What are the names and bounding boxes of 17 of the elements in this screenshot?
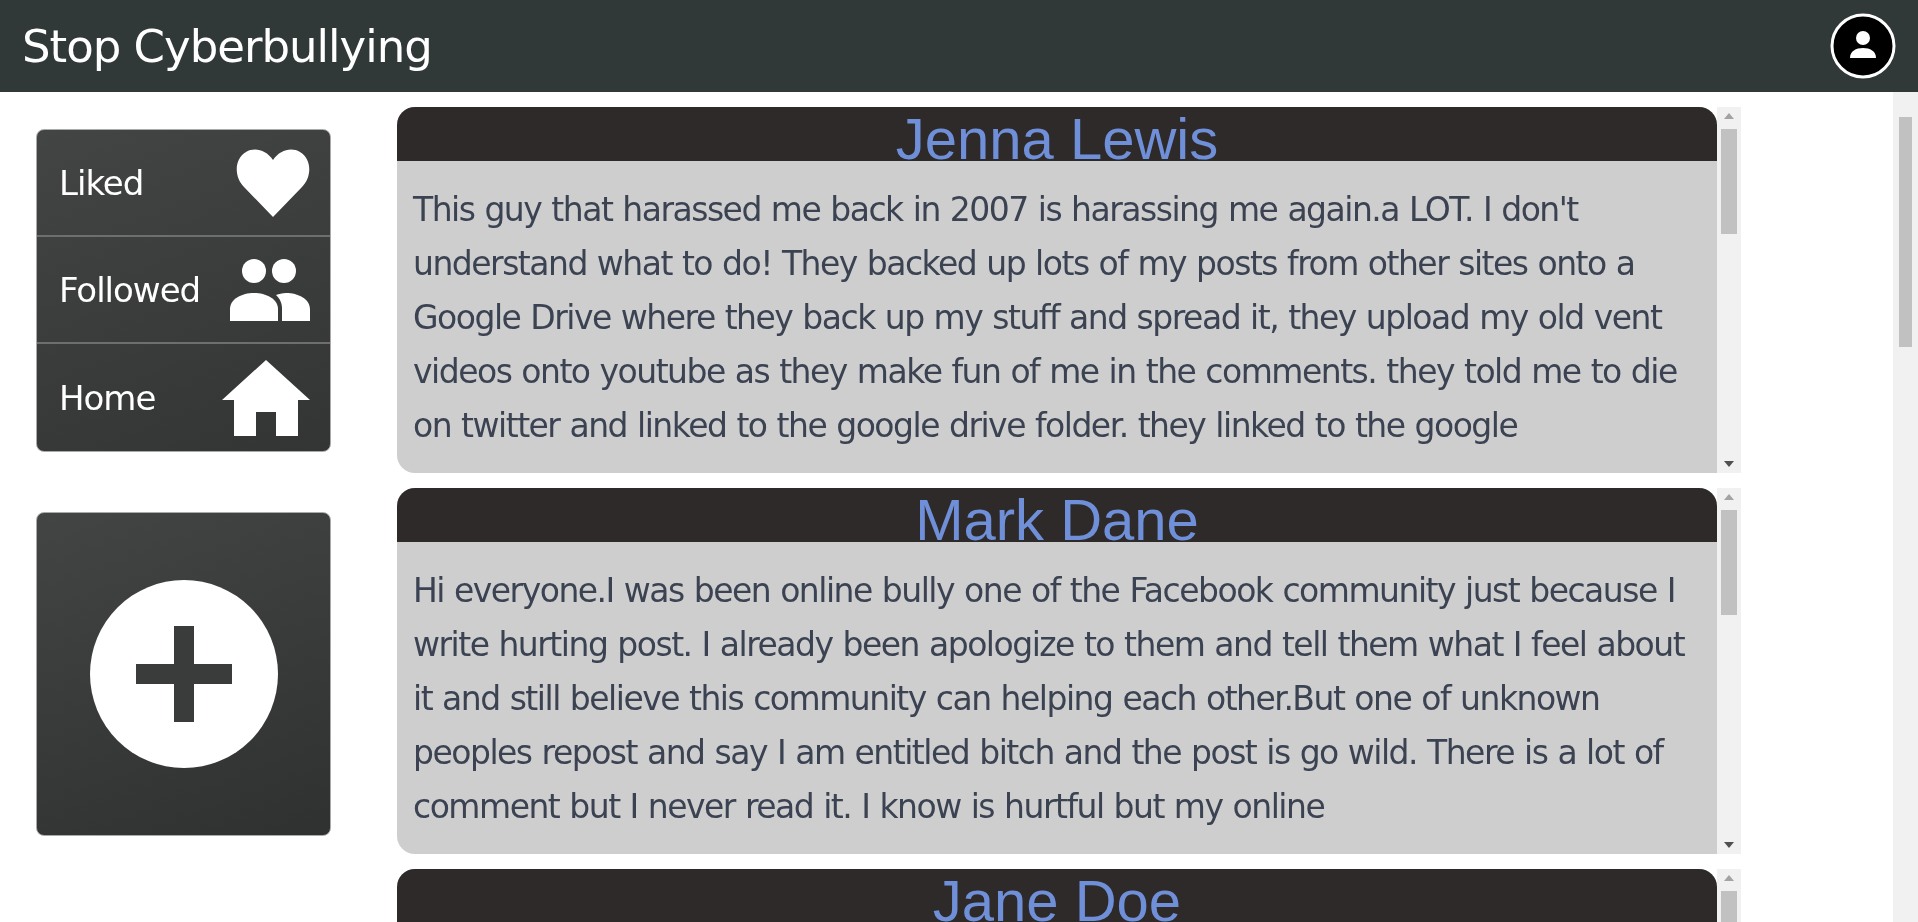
app-title: Stop Cyberbullying [22,19,432,73]
heart-icon [236,148,310,217]
scrollbar[interactable] [1717,488,1741,854]
add-button[interactable] [89,580,278,768]
post-text: This guy that harassed me back in 2007 is harassing me again.a LOT. I don't understand what to do! They backed up lots of my posts from other sites onto a Google Drive where they back up my stuff and spread it, they upload my old vent videos onto youtube as they make fun of me in the comments. they told me to die on twitter and linked to the google drive folder. they linked to the google [412,189,1678,447]
nav-item[interactable]: Home [37,344,330,451]
nav-item[interactable]: Liked [37,130,330,237]
people-icon [230,258,310,321]
page-scrollbar[interactable] [1893,92,1918,922]
post-author: Jenna Lewis [895,107,1219,161]
post-text: Hi everyone.I was been online bully one of the Facebook community just because I write hurting post. I already been apologize to them and tell them what I feel about it and still believe this community can helping each other.But one of unknown peoples repost and say I am entitled bitch and the post is go wild. There is a lot of comment but I never read it. I know is hurtful but my online [412,570,1686,828]
scrollbar[interactable] [1717,107,1741,473]
nav-item[interactable]: Followed [37,237,330,344]
post-author: Mark Dane [915,488,1199,542]
post-author: Jane Doe [932,869,1182,922]
account-icon[interactable] [1830,13,1896,79]
home-icon [222,359,310,436]
